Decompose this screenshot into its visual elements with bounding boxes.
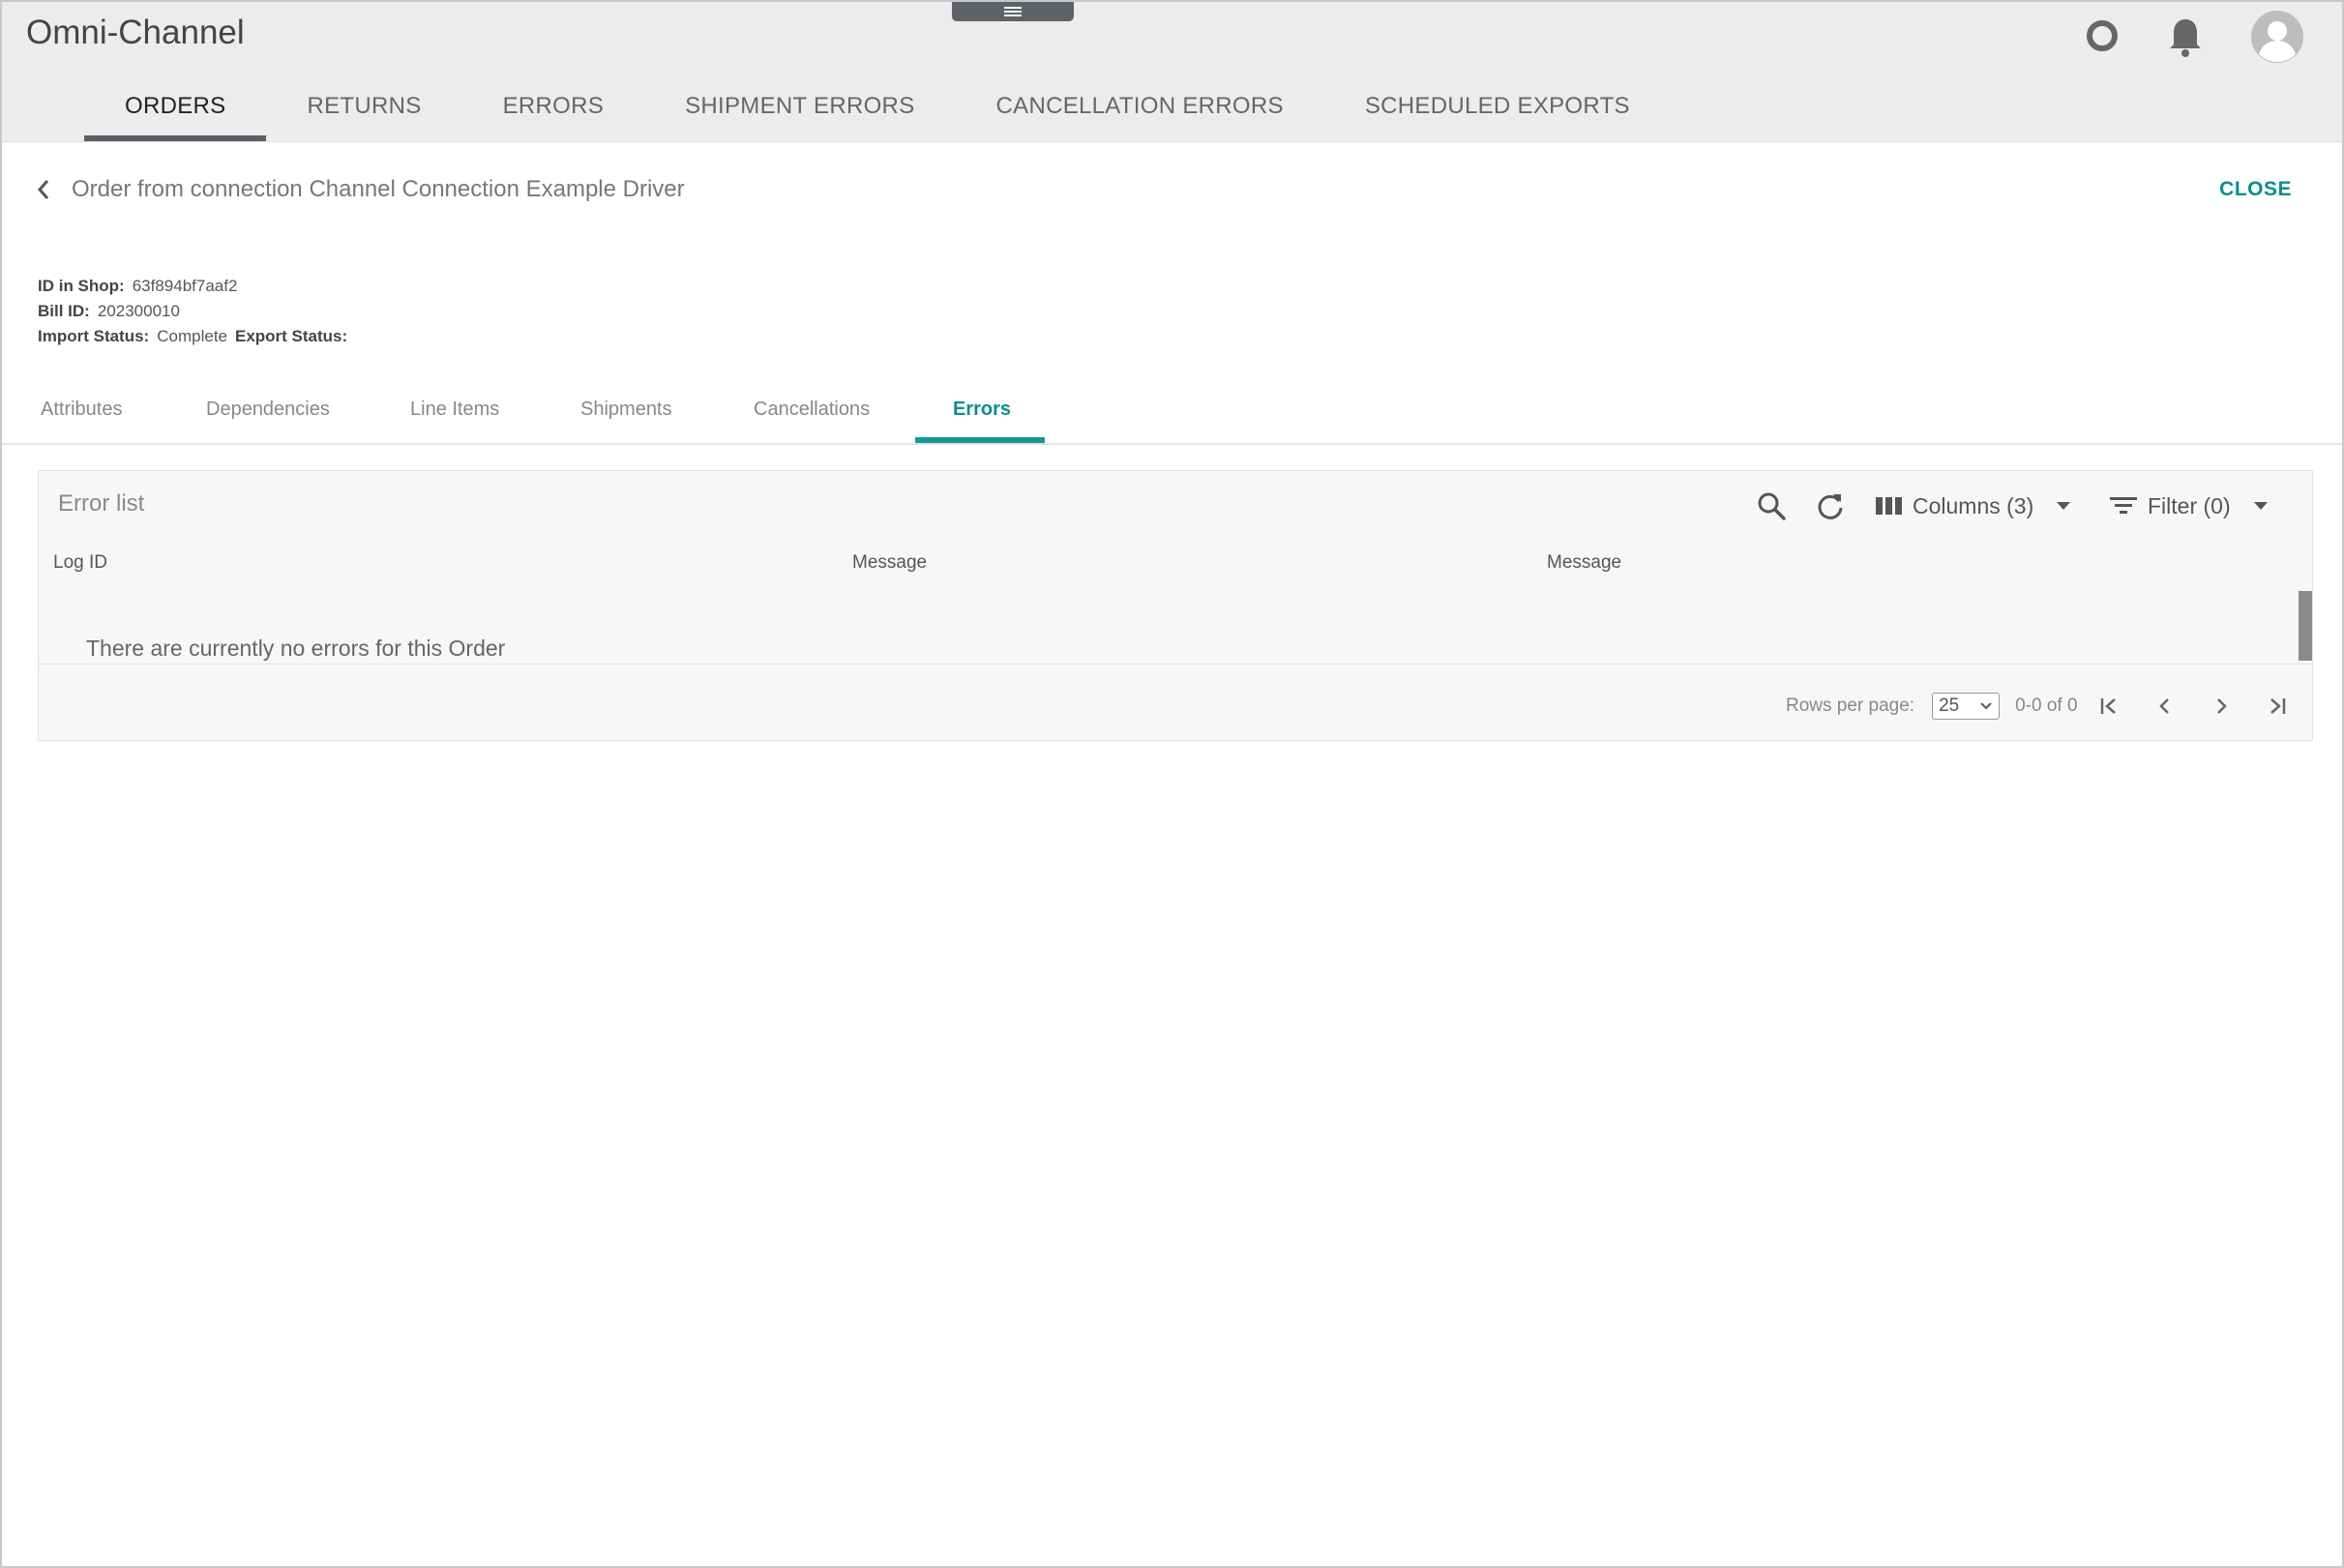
- order-title: Order from connection Channel Connection…: [72, 176, 685, 202]
- search-button[interactable]: [1756, 485, 1787, 527]
- import-status-label: Import Status:: [38, 327, 150, 345]
- hamburger-icon: [1004, 7, 1022, 16]
- nav-tab-shipment-errors[interactable]: SHIPMENT ERRORS: [644, 83, 955, 141]
- pager-divider: [39, 664, 2312, 665]
- nav-tab-scheduled-exports[interactable]: SCHEDULED EXPORTS: [1324, 83, 1671, 141]
- columns-button[interactable]: Columns (3): [1876, 485, 2072, 527]
- rows-per-page-value: 25: [1939, 695, 1960, 716]
- refresh-button[interactable]: [1815, 485, 1846, 527]
- close-button[interactable]: CLOSE: [2219, 178, 2292, 201]
- chevron-left-icon: [2158, 698, 2169, 714]
- page-range: 0-0 of 0: [2015, 695, 2078, 716]
- search-icon: [1758, 492, 1786, 520]
- refresh-icon: [1818, 494, 1843, 519]
- sub-tab-cancellations[interactable]: Cancellations: [754, 399, 870, 421]
- back-arrow-icon[interactable]: [33, 176, 54, 208]
- export-status-label: Export Status:: [235, 327, 348, 345]
- error-list-card: Error list Columns (3) Filter (0) Log ID…: [38, 470, 2313, 741]
- nav-tab-errors[interactable]: ERRORS: [462, 83, 644, 141]
- columns-label: Columns (3): [1913, 492, 2034, 518]
- vertical-scrollbar[interactable]: [2299, 591, 2312, 661]
- meta-row-status: Import Status: Complete Export Status:: [38, 327, 355, 352]
- empty-state-message: There are currently no errors for this O…: [86, 636, 506, 661]
- nav-tab-orders[interactable]: ORDERS: [84, 83, 267, 141]
- first-page-button[interactable]: [2097, 695, 2121, 718]
- error-list-title: Error list: [58, 490, 145, 517]
- sub-tab-attributes[interactable]: Attributes: [41, 399, 122, 421]
- sub-tab-shipments[interactable]: Shipments: [580, 399, 672, 421]
- last-page-button[interactable]: [2266, 695, 2289, 718]
- previous-page-button[interactable]: [2153, 695, 2177, 718]
- meta-row-bill-id: Bill ID: 202300010: [38, 302, 355, 327]
- menu-toggle-button[interactable]: [952, 2, 1074, 21]
- column-header-log-id[interactable]: Log ID: [53, 552, 107, 574]
- id-in-shop-label: ID in Shop:: [38, 277, 125, 295]
- pagination: Rows per page: 25 0-0 of 0: [1786, 690, 2289, 723]
- nav-tab-cancellation-errors[interactable]: CANCELLATION ERRORS: [956, 83, 1324, 141]
- order-sub-tabs: Attributes Dependencies Line Items Shipm…: [2, 387, 2342, 445]
- filter-button[interactable]: Filter (0): [2109, 485, 2270, 527]
- chevron-down-icon: [1980, 702, 1992, 710]
- column-header-message-2[interactable]: Message: [1547, 552, 1621, 574]
- column-header-message[interactable]: Message: [852, 552, 927, 574]
- order-meta: ID in Shop: 63f894bf7aaf2 Bill ID: 20230…: [38, 277, 355, 352]
- caret-down-icon: [2253, 502, 2268, 510]
- sub-tab-dependencies[interactable]: Dependencies: [206, 399, 330, 421]
- app-title: Omni-Channel: [26, 14, 245, 51]
- caret-down-icon: [2057, 502, 2071, 510]
- last-page-icon: [2270, 698, 2285, 714]
- first-page-icon: [2100, 698, 2116, 714]
- rows-per-page-label: Rows per page:: [1786, 695, 1915, 716]
- bill-id-label: Bill ID:: [38, 302, 90, 320]
- meta-row-id-in-shop: ID in Shop: 63f894bf7aaf2: [38, 277, 355, 302]
- filter-label: Filter (0): [2148, 492, 2231, 518]
- app-window: Omni-Channel ORDERS RETURNS ERRORS SHIPM…: [0, 0, 2344, 1568]
- settings-ring-icon[interactable]: [2085, 18, 2120, 58]
- main-nav: ORDERS RETURNS ERRORS SHIPMENT ERRORS CA…: [84, 83, 1671, 141]
- chevron-right-icon: [2216, 698, 2227, 714]
- filter-icon: [2110, 497, 2137, 514]
- import-status-value: Complete: [157, 327, 227, 345]
- next-page-button[interactable]: [2210, 695, 2233, 718]
- bill-id-value: 202300010: [97, 302, 180, 320]
- app-header: Omni-Channel ORDERS RETURNS ERRORS SHIPM…: [2, 2, 2342, 142]
- bell-icon[interactable]: [2167, 15, 2204, 63]
- avatar-icon[interactable]: [2250, 10, 2304, 69]
- rows-per-page-select[interactable]: 25: [1932, 693, 2001, 720]
- nav-tab-returns[interactable]: RETURNS: [266, 83, 461, 141]
- id-in-shop-value: 63f894bf7aaf2: [132, 277, 238, 295]
- active-tab-indicator: [915, 437, 1045, 443]
- sub-tab-errors[interactable]: Errors: [953, 399, 1011, 421]
- sub-tab-line-items[interactable]: Line Items: [410, 399, 499, 421]
- columns-icon: [1876, 497, 1902, 515]
